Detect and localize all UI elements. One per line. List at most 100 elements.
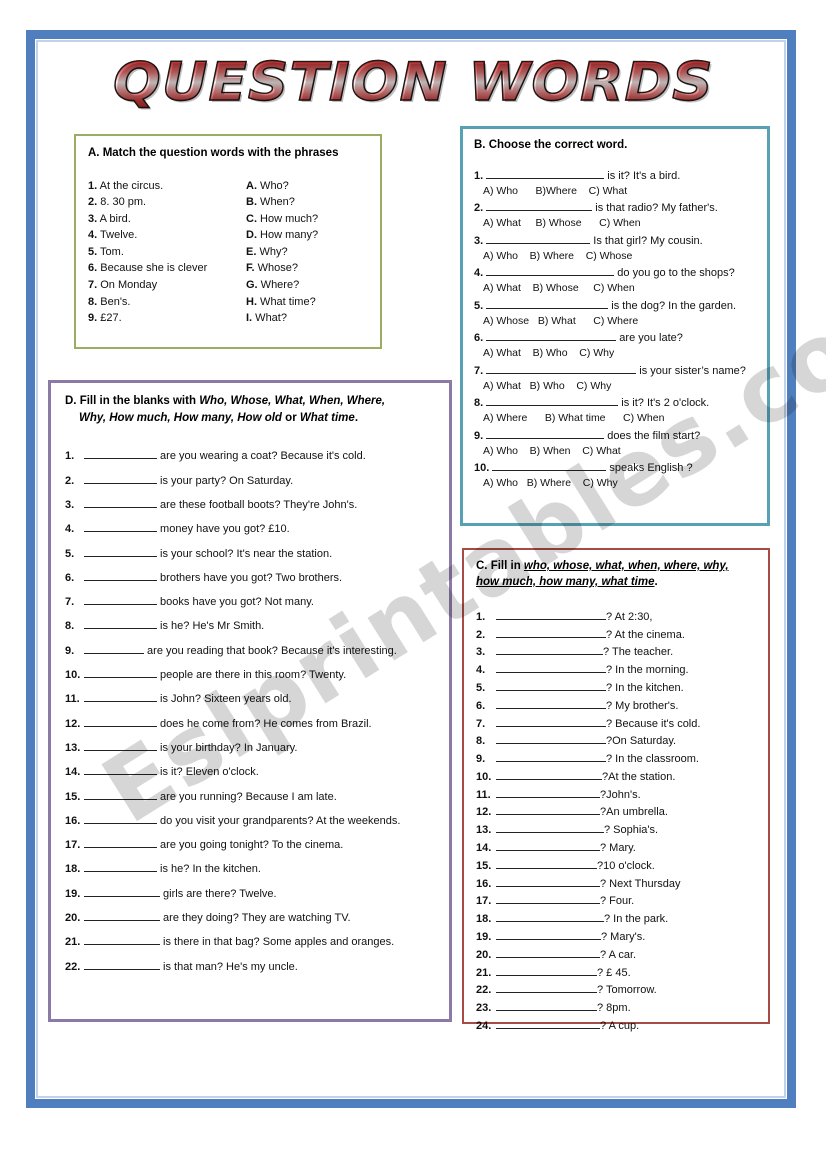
answer-blank[interactable] [486, 264, 615, 277]
section-d-item: 4. money have you got? £10. [65, 517, 437, 541]
answer-blank[interactable] [492, 459, 607, 472]
answer-blank[interactable] [486, 199, 593, 212]
section-c-item: 8. ?On Saturday. [476, 732, 758, 750]
section-c-item: 5. ? In the kitchen. [476, 679, 758, 697]
answer-blank[interactable] [486, 362, 637, 374]
section-c-item: 15. ?10 o'clock. [476, 857, 758, 875]
answer-blank[interactable] [496, 768, 602, 780]
answer-blank[interactable] [496, 732, 606, 745]
answer-blank[interactable] [84, 496, 157, 508]
answer-blank[interactable] [496, 661, 606, 674]
answer-blank[interactable] [496, 715, 606, 727]
answer-blank[interactable] [496, 643, 603, 656]
answer-blank[interactable] [84, 739, 157, 751]
question-line: 1. is it? It's a bird. [474, 167, 757, 184]
answer-blank[interactable] [496, 679, 606, 691]
answer-blank[interactable] [84, 933, 160, 946]
section-b-item: 6. are you late? A) What B) Who C) Why [474, 329, 757, 362]
answer-blank[interactable] [496, 786, 600, 798]
answer-blank[interactable] [84, 836, 157, 849]
answer-blank[interactable] [84, 690, 157, 703]
answer-options[interactable]: A) Whose B) What C) Where [474, 314, 757, 330]
answer-blank[interactable] [84, 472, 157, 484]
item-text: At the circus. [97, 179, 164, 192]
answer-text: ?At the station. [602, 770, 676, 783]
answer-blank[interactable] [84, 885, 160, 897]
item-number: 6. [65, 571, 75, 584]
answer-blank[interactable] [496, 857, 597, 869]
answer-options[interactable]: A) Who B)Where C) What [474, 184, 757, 200]
match-item-word: I. What? [246, 310, 318, 327]
answer-blank[interactable] [486, 427, 605, 439]
answer-blank[interactable] [84, 715, 157, 727]
answer-blank[interactable] [486, 329, 617, 342]
answer-blank[interactable] [486, 232, 591, 244]
answer-blank[interactable] [84, 617, 157, 630]
answer-blank[interactable] [84, 520, 157, 533]
answer-options[interactable]: A) Where B) What time C) When [474, 411, 757, 427]
answer-blank[interactable] [496, 875, 600, 887]
item-number: 2. [65, 474, 75, 487]
answer-options[interactable]: A) Who B) When C) What [474, 444, 757, 460]
answer-blank[interactable] [496, 626, 606, 638]
question-line: 4. do you go to the shops? [474, 264, 757, 281]
answer-text: ? Tomorrow. [597, 984, 657, 997]
answer-blank[interactable] [496, 928, 601, 941]
answer-blank[interactable] [84, 763, 157, 776]
answer-blank[interactable] [84, 860, 157, 873]
answer-options[interactable]: A) Who B) Where C) Why [474, 476, 757, 492]
answer-blank[interactable] [496, 946, 600, 958]
question-tail: Is that girl? My cousin. [590, 234, 703, 247]
answer-options[interactable]: A) What B) Whose C) When [474, 281, 757, 297]
item-number: 7. [476, 717, 486, 730]
answer-blank[interactable] [496, 964, 597, 976]
answer-options[interactable]: A) What B) Whose C) When [474, 216, 757, 232]
answer-options[interactable]: A) Who B) Where C) Whose [474, 249, 757, 265]
answer-blank[interactable] [84, 642, 144, 654]
answer-blank[interactable] [496, 999, 597, 1012]
item-number: 20. [65, 911, 81, 924]
item-number: 9. [65, 644, 75, 657]
answer-blank[interactable] [84, 569, 157, 581]
section-b-question-list: 1. is it? It's a bird. A) Who B)Where C) … [474, 167, 757, 492]
section-a-match: A. Match the question words with the phr… [74, 134, 382, 349]
section-c-item: 7. ? Because it's cold. [476, 715, 758, 733]
section-c-item: 18. ? In the park. [476, 910, 758, 928]
answer-text: ? In the park. [604, 913, 669, 926]
answer-blank[interactable] [84, 666, 157, 679]
item-text: Tom. [97, 245, 124, 258]
item-text: Because she is clever [97, 262, 208, 275]
answer-blank[interactable] [84, 909, 160, 921]
answer-blank[interactable] [496, 839, 600, 852]
item-number: 14. [65, 766, 81, 779]
answer-blank[interactable] [496, 892, 600, 905]
answer-blank[interactable] [496, 608, 606, 620]
answer-blank[interactable] [84, 812, 157, 824]
item-text: 8. 30 pm. [97, 196, 147, 209]
item-number: 15. [65, 790, 81, 803]
question-tail: girls are there? Twelve. [160, 887, 277, 900]
answer-blank[interactable] [486, 297, 609, 309]
answer-blank[interactable] [486, 394, 619, 407]
answer-blank[interactable] [496, 803, 600, 816]
item-number: 6. [474, 332, 487, 345]
answer-blank[interactable] [84, 593, 157, 606]
answer-options[interactable]: A) What B) Who C) Why [474, 379, 757, 395]
answer-blank[interactable] [496, 981, 597, 994]
answer-text: ? Mary. [600, 842, 636, 855]
section-d-item: 12. does he come from? He comes from Bra… [65, 712, 437, 736]
answer-blank[interactable] [84, 958, 160, 970]
answer-blank[interactable] [486, 167, 605, 179]
answer-blank[interactable] [496, 821, 604, 834]
answer-blank[interactable] [496, 910, 604, 923]
section-c-item: 13. ? Sophia's. [476, 821, 758, 839]
answer-blank[interactable] [84, 788, 157, 800]
answer-blank[interactable] [496, 750, 606, 763]
answer-blank[interactable] [496, 1017, 600, 1030]
answer-text: ? A car. [600, 948, 637, 961]
answer-blank[interactable] [496, 697, 606, 709]
answer-blank[interactable] [84, 447, 157, 460]
answer-blank[interactable] [84, 545, 157, 557]
item-number: 6. [476, 699, 486, 712]
answer-options[interactable]: A) What B) Who C) Why [474, 346, 757, 362]
